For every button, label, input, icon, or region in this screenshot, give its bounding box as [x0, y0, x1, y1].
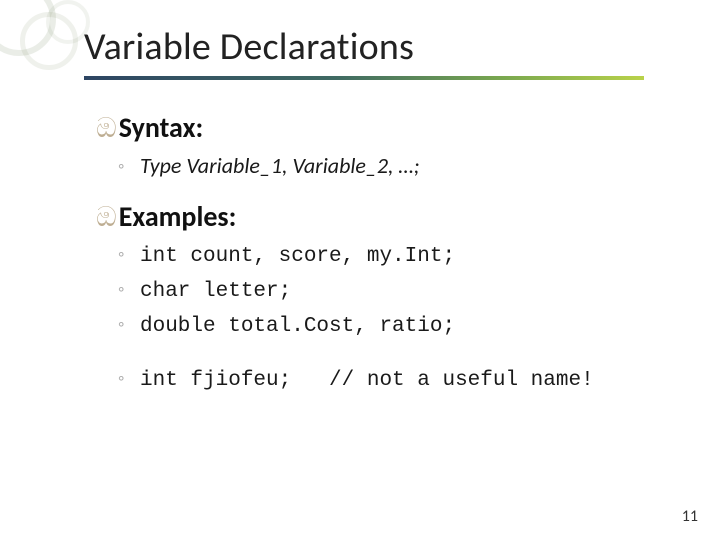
title-block: Variable Declarations: [84, 24, 680, 80]
bullet-swirl-icon: ඔ: [96, 113, 117, 144]
heading-syntax: ඔSyntax:: [96, 110, 680, 145]
page-number: 11: [682, 507, 698, 526]
example-code: char letter;: [140, 280, 291, 303]
heading-examples: ඔExamples:: [96, 199, 680, 234]
example-bad-code: int fjiofeu;: [140, 369, 291, 392]
syntax-text: Type Variable_1, Variable_2, …;: [140, 152, 420, 179]
title-underline: [84, 76, 644, 80]
slide: Variable Declarations ඔSyntax: ◦Type Var…: [0, 0, 720, 540]
content-area: ඔSyntax: ◦Type Variable_1, Variable_2, ……: [96, 110, 680, 399]
bullet-swirl-icon: ඔ: [96, 202, 117, 233]
example-bad-line: ◦ int fjiofeu; // not a useful name!: [118, 364, 680, 395]
sub-bullet-icon: ◦: [118, 366, 132, 391]
sub-bullet-icon: ◦: [118, 154, 132, 178]
sub-bullet-icon: ◦: [118, 242, 132, 267]
heading-examples-text: Examples:: [119, 199, 237, 234]
sub-bullet-icon: ◦: [118, 312, 132, 337]
heading-syntax-text: Syntax:: [119, 110, 203, 145]
example-bad-comment: // not a useful name!: [329, 369, 594, 392]
example-line: ◦ int count, score, my.Int;: [118, 240, 680, 271]
slide-title: Variable Declarations: [84, 24, 680, 70]
example-code: int count, score, my.Int;: [140, 245, 455, 268]
example-code: double total.Cost, ratio;: [140, 315, 455, 338]
example-line: ◦ double total.Cost, ratio;: [118, 310, 680, 341]
example-line: ◦ char letter;: [118, 275, 680, 306]
syntax-line: ◦ Type Variable_1, Variable_2, …;: [118, 151, 680, 181]
sub-bullet-icon: ◦: [118, 277, 132, 302]
